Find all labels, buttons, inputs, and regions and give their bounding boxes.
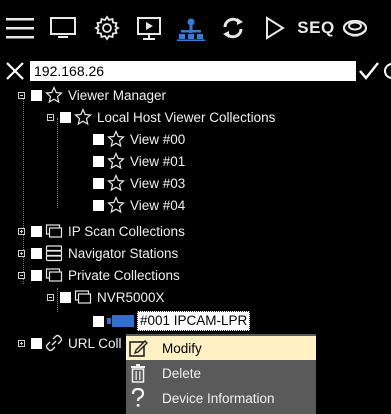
tree-item-label: View #03: [130, 175, 186, 191]
tree-item-local-host-viewer-collections[interactable]: Local Host Viewer Collections: [47, 106, 275, 128]
tree-item-viewer-manager[interactable]: Viewer Manager: [18, 84, 166, 106]
checkbox[interactable]: [93, 199, 104, 211]
filter-bar: 192.168.26: [0, 60, 391, 82]
settings-gear-icon[interactable]: [92, 14, 122, 42]
sequence-label: SEQ: [297, 18, 335, 37]
collapse-toggle[interactable]: [18, 271, 25, 279]
tree-item-label: View #00: [130, 131, 186, 147]
tree-item-label: Navigator Stations: [68, 245, 179, 261]
tree-item-label: Private Collections: [68, 267, 180, 283]
network-icon[interactable]: [176, 14, 206, 42]
tree-item-navigator-stations[interactable]: Navigator Stations: [18, 242, 178, 264]
checkbox[interactable]: [93, 133, 104, 145]
trash-icon: [126, 361, 150, 385]
menu-item-label: Delete: [162, 365, 202, 381]
clear-filter-icon[interactable]: [4, 61, 26, 81]
tree-item-label: Local Host Viewer Collections: [97, 109, 276, 125]
tree-item-label: View #04: [130, 197, 186, 213]
main-toolbar: SEQ: [0, 0, 391, 56]
tree-item-url-collections[interactable]: URL Coll: [18, 332, 122, 354]
tree-item-label: IP Scan Collections: [68, 223, 185, 239]
refresh-icon[interactable]: [218, 14, 248, 42]
edit-icon: [126, 336, 150, 360]
star-icon: [45, 86, 63, 104]
checkbox[interactable]: [93, 155, 104, 167]
tree-item-label: Viewer Manager: [68, 87, 167, 103]
menu-item-label: Device Information: [162, 390, 275, 406]
checkbox[interactable]: [31, 337, 42, 349]
camera-icon: [107, 312, 135, 330]
monitor-icon[interactable]: [48, 14, 78, 42]
checkbox[interactable]: [31, 247, 42, 259]
tree-item-view[interactable]: View #00: [93, 128, 185, 150]
tree-item-camera[interactable]: #001 IPCAM-LPR: [93, 310, 251, 332]
menu-item-modify[interactable]: Modify: [126, 336, 316, 360]
expand-toggle[interactable]: [18, 227, 25, 235]
star-icon: [107, 152, 125, 170]
star-icon: [107, 174, 125, 192]
expand-toggle[interactable]: [18, 249, 25, 257]
menu-item-device-information[interactable]: Device Information: [126, 386, 316, 410]
tree-item-ip-scan-collections[interactable]: IP Scan Collections: [18, 220, 185, 242]
star-icon: [107, 196, 125, 214]
reload-icon[interactable]: [381, 61, 391, 81]
context-menu: Modify Delete Device Information: [126, 334, 316, 414]
checkbox[interactable]: [31, 269, 42, 281]
tree-item-view[interactable]: View #04: [93, 194, 185, 216]
tree-item-view[interactable]: View #03: [93, 172, 185, 194]
collection-icon: [45, 222, 63, 240]
menu-item-label: Modify: [162, 340, 202, 356]
collapse-toggle[interactable]: [47, 113, 54, 121]
database-icon[interactable]: [340, 14, 370, 42]
server-icon: [45, 244, 63, 262]
apply-filter-icon[interactable]: [358, 60, 380, 82]
collapse-toggle[interactable]: [18, 91, 25, 99]
sequence-button[interactable]: SEQ: [296, 14, 336, 42]
play-icon[interactable]: [262, 14, 288, 42]
star-icon: [107, 130, 125, 148]
presentation-icon[interactable]: [134, 14, 164, 42]
collapse-toggle[interactable]: [47, 293, 54, 301]
collection-icon: [74, 288, 92, 306]
checkbox[interactable]: [93, 315, 104, 327]
star-icon: [74, 108, 92, 126]
tree-item-label: URL Coll: [68, 335, 122, 351]
expand-toggle[interactable]: [18, 339, 25, 347]
tree-item-label: NVR5000X: [97, 289, 165, 305]
tree-item-private-collections[interactable]: Private Collections: [18, 264, 180, 286]
question-icon: [126, 386, 150, 410]
menu-icon[interactable]: [4, 14, 36, 42]
checkbox[interactable]: [31, 89, 42, 101]
tree-item-nvr5000x[interactable]: NVR5000X: [47, 286, 165, 308]
tree-item-label: #001 IPCAM-LPR: [137, 311, 251, 331]
checkbox[interactable]: [93, 177, 104, 189]
tree-item-view[interactable]: View #01: [93, 150, 185, 172]
checkbox[interactable]: [31, 225, 42, 237]
checkbox[interactable]: [60, 291, 71, 303]
menu-item-delete[interactable]: Delete: [126, 361, 316, 385]
collection-icon: [45, 266, 63, 284]
checkbox[interactable]: [60, 111, 71, 123]
filter-input[interactable]: 192.168.26: [30, 61, 356, 81]
tree-connector: [57, 118, 58, 208]
link-icon: [45, 334, 63, 352]
tree-item-label: View #01: [130, 153, 186, 169]
